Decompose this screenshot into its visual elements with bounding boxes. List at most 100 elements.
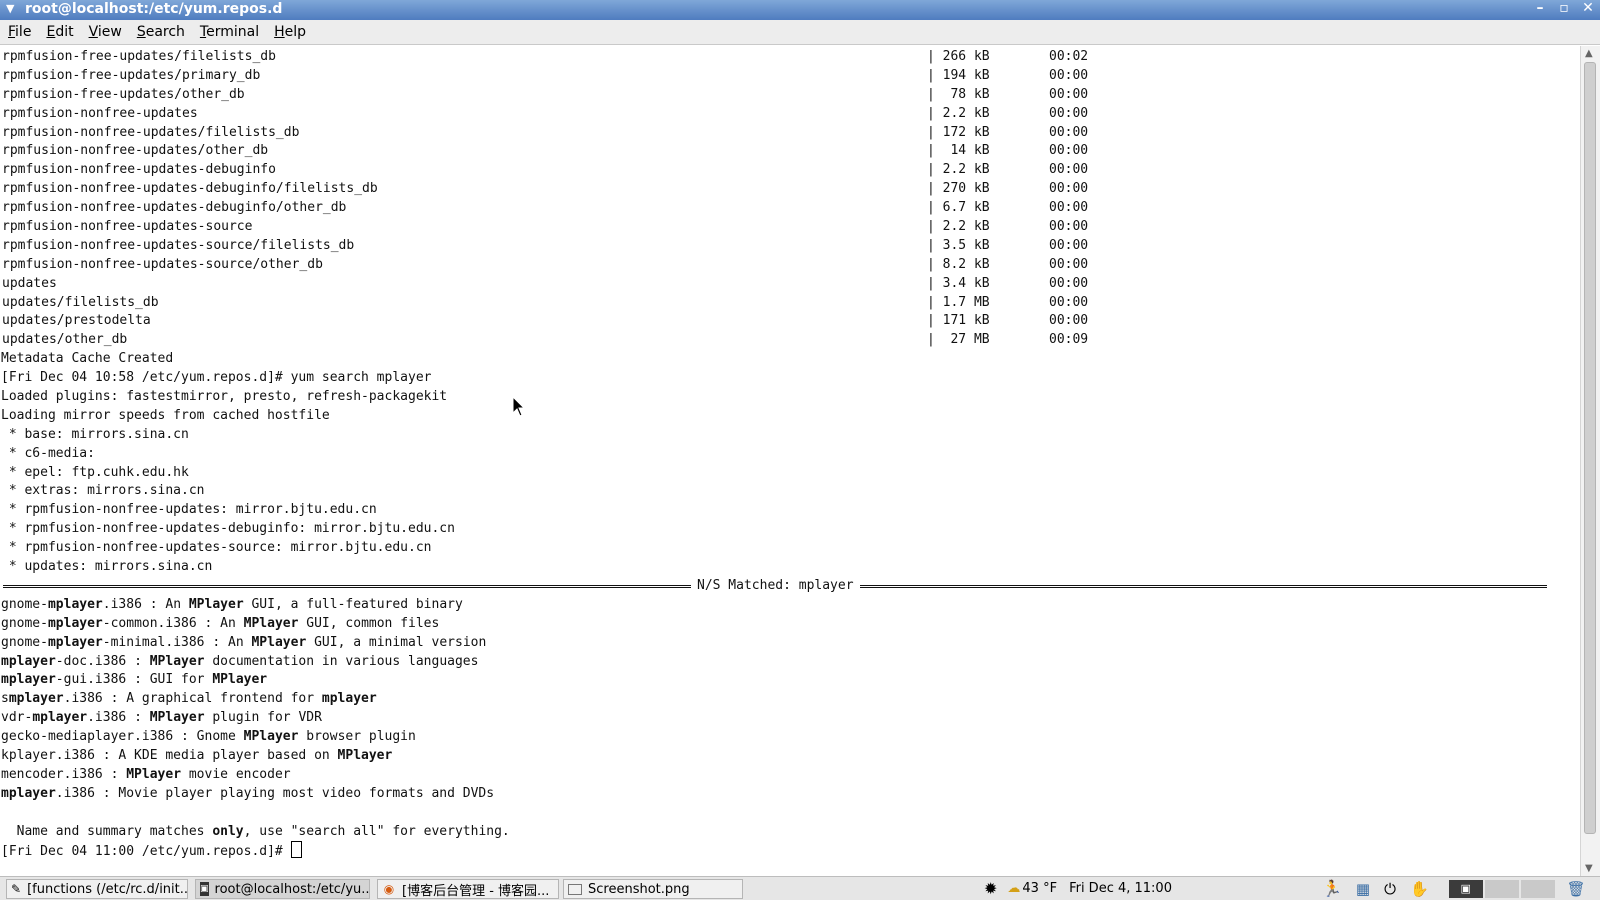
- task-label: root@localhost:/etc/yu...: [214, 881, 370, 897]
- repo-time: 00:00: [1049, 181, 1089, 197]
- terminal-output[interactable]: rpmfusion-free-updates/filelists_db | 266…: [0, 46, 1580, 876]
- task-terminal[interactable]: ▣ root@localhost:/etc/yu...: [195, 879, 370, 899]
- repo-name: rpmfusion-nonfree-updates/other_db: [2, 143, 269, 159]
- text-run: documentation in various languages: [204, 653, 479, 669]
- run-icon[interactable]: 🏃: [1322, 879, 1342, 898]
- search-result: gecko-mediaplayer.i386 : Gnome MPlayer b…: [1, 728, 1580, 747]
- gnome-foot-icon[interactable]: ✋: [1410, 880, 1429, 898]
- menu-terminal[interactable]: Terminal: [200, 24, 259, 40]
- repo-size: | 6.7 kB: [927, 200, 990, 216]
- task-label: Screenshot.png: [588, 881, 690, 897]
- output-line: * c6-media:: [1, 445, 95, 461]
- separator-row: N/S Matched: mplayer: [1, 576, 1580, 596]
- repo-size: | 194 kB: [927, 67, 990, 83]
- text-run: .i386 : Movie player playing most video …: [55, 785, 495, 801]
- maximize-icon[interactable]: ▫: [1558, 0, 1570, 16]
- workspace-2[interactable]: [1484, 879, 1519, 898]
- terminal-text: rpmfusion-free-updates/filelists_db | 266…: [0, 46, 1580, 860]
- power-icon[interactable]: ⏻: [1384, 880, 1396, 898]
- scrollbar-thumb[interactable]: [1584, 62, 1596, 834]
- repo-size: | 1.7 MB: [927, 294, 990, 310]
- repo-time: 00:00: [1049, 200, 1089, 216]
- repo-name: rpmfusion-nonfree-updates-debuginfo/file…: [2, 181, 378, 197]
- repo-row: rpmfusion-nonfree-updates/filelists_db | …: [1, 124, 1580, 143]
- output-line: Metadata Cache Created: [1, 351, 174, 367]
- brightness-icon[interactable]: ✹: [984, 879, 997, 898]
- repo-size: | 3.4 kB: [927, 275, 990, 291]
- repo-name: rpmfusion-nonfree-updates-debuginfo/othe…: [2, 200, 347, 216]
- text-run: -gui.i386 : GUI for: [55, 672, 213, 688]
- repo-time: 00:00: [1049, 275, 1089, 291]
- task-firefox[interactable]: ◉ [博客后台管理 - 博客园...: [377, 879, 559, 899]
- search-result: mplayer-gui.i386 : GUI for MPlayer: [1, 671, 1580, 690]
- highlight-match: mplayer: [1, 653, 56, 669]
- text-run: gecko-mediaplayer.i386 : Gnome: [1, 729, 244, 745]
- repo-name: rpmfusion-free-updates/primary_db: [2, 67, 261, 83]
- highlight-match: MPlayer: [243, 729, 299, 745]
- repo-time: 00:00: [1049, 313, 1089, 329]
- text-run: .i386 :: [87, 710, 150, 726]
- network-icon[interactable]: ▦: [1356, 880, 1370, 898]
- tray-icons: 🏃 ▦ ⏻ ✋ ▣ 🗑: [1322, 879, 1586, 898]
- terminal-scrollbar[interactable]: ▲ ▼: [1580, 46, 1600, 876]
- menu-edit[interactable]: Edit: [46, 24, 73, 40]
- search-result: smplayer.i386 : A graphical frontend for…: [1, 690, 1580, 709]
- text-run: vdr-: [1, 710, 33, 726]
- editor-icon: ✎: [11, 882, 22, 896]
- repo-row: rpmfusion-nonfree-updates-debuginfo/file…: [1, 180, 1580, 199]
- workspace-3[interactable]: [1520, 879, 1555, 898]
- text-run: s: [1, 691, 9, 707]
- repo-size: | 270 kB: [927, 181, 990, 197]
- menu-arrow-icon[interactable]: ▼: [6, 2, 14, 15]
- highlight-match: MPlayer: [126, 766, 182, 782]
- output-line: * rpmfusion-nonfree-updates-debuginfo: m…: [1, 521, 455, 537]
- repo-time: 00:00: [1049, 294, 1089, 310]
- scroll-up-icon[interactable]: ▲: [1585, 48, 1593, 59]
- repo-name: rpmfusion-free-updates/filelists_db: [2, 49, 276, 64]
- scroll-down-icon[interactable]: ▼: [1585, 863, 1593, 874]
- weather-temp[interactable]: 43 °F: [1022, 881, 1057, 896]
- highlight-match: MPlayer: [243, 615, 299, 631]
- text-run: gnome-: [1, 596, 48, 612]
- output-line: * rpmfusion-nonfree-updates: mirror.bjtu…: [1, 502, 377, 518]
- menu-help[interactable]: Help: [274, 24, 306, 40]
- window-titlebar[interactable]: ▼ root@localhost:/etc/yum.repos.d – ▫ ✕: [0, 0, 1600, 20]
- highlight-match: mplayer: [1, 785, 56, 801]
- menu-view[interactable]: View: [89, 24, 122, 40]
- repo-row: updates/prestodelta | 171 kB 00:00: [1, 312, 1580, 331]
- repo-row: updates/filelists_db | 1.7 MB 00:00: [1, 294, 1580, 313]
- output-line: Loaded plugins: fastestmirror, presto, r…: [1, 389, 448, 405]
- repo-name: updates/filelists_db: [2, 294, 159, 310]
- minimize-icon[interactable]: –: [1534, 0, 1546, 16]
- repo-size: | 171 kB: [927, 313, 990, 329]
- search-result: kplayer.i386 : A KDE media player based …: [1, 747, 1580, 766]
- text-run: .i386 : An: [102, 596, 189, 612]
- weather-icon[interactable]: ☁: [1007, 881, 1020, 896]
- repo-name: rpmfusion-nonfree-updates-debuginfo: [2, 162, 276, 178]
- repo-row: rpmfusion-nonfree-updates | 2.2 kB 00:00: [1, 105, 1580, 124]
- repo-size: | 172 kB: [927, 124, 990, 140]
- highlight-match: MPlayer: [149, 710, 205, 726]
- repo-name: rpmfusion-nonfree-updates-source/filelis…: [2, 237, 355, 253]
- repo-row: rpmfusion-nonfree-updates-source/filelis…: [1, 237, 1580, 256]
- text-run: .i386 : A graphical frontend for: [63, 691, 322, 707]
- repo-name: updates/prestodelta: [2, 313, 151, 329]
- close-icon[interactable]: ✕: [1582, 0, 1594, 16]
- repo-row: updates | 3.4 kB 00:00: [1, 275, 1580, 294]
- repo-time: 00:00: [1049, 219, 1089, 235]
- text-run: plugin for VDR: [204, 710, 322, 726]
- workspace-1[interactable]: ▣: [1448, 879, 1483, 898]
- menu-file[interactable]: File: [8, 24, 31, 40]
- repo-time: 00:09: [1049, 332, 1089, 348]
- text-run: -doc.i386 :: [55, 653, 150, 669]
- repo-size: | 3.5 kB: [927, 237, 990, 253]
- highlight-match: mplayer: [47, 634, 103, 650]
- task-functions[interactable]: ✎ [functions (/etc/rc.d/init...: [6, 879, 188, 899]
- task-screenshot[interactable]: Screenshot.png: [563, 879, 743, 899]
- window-controls: – ▫ ✕: [1534, 0, 1594, 16]
- text-run: kplayer.i386 : A KDE media player based …: [1, 747, 338, 763]
- clock[interactable]: Fri Dec 4, 11:00: [1069, 881, 1172, 896]
- menu-search[interactable]: Search: [137, 24, 185, 40]
- repo-size: | 27 MB: [927, 332, 990, 348]
- trash-icon[interactable]: 🗑: [1567, 880, 1586, 898]
